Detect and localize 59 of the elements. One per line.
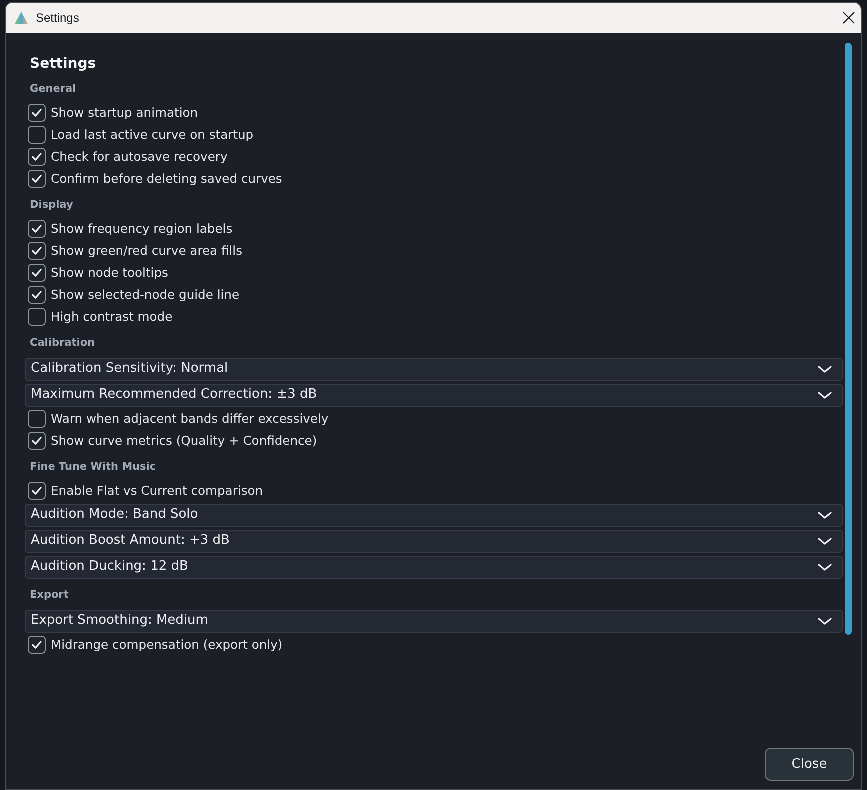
check-icon: [32, 247, 42, 255]
dropdown[interactable]: Calibration Sensitivity: Normal: [25, 358, 843, 380]
checkbox-label: Show green/red curve area fills: [51, 242, 242, 260]
checkbox-label: Check for autosave recovery: [51, 148, 228, 166]
scrollbar-thumb[interactable]: [845, 43, 852, 635]
checkbox[interactable]: [28, 636, 46, 654]
dropdown[interactable]: Export Smoothing: Medium: [25, 610, 843, 632]
chevron-down-icon: [818, 366, 832, 372]
checkbox-label: Show selected-node guide line: [51, 286, 240, 304]
checkbox-label: Show frequency region labels: [51, 220, 233, 238]
check-icon: [32, 641, 42, 649]
chevron-down-icon: [818, 512, 832, 518]
check-icon: [32, 225, 42, 233]
section-label: Display: [30, 198, 74, 214]
checkbox-label: High contrast mode: [51, 308, 173, 326]
checkbox-label: Show node tooltips: [51, 264, 168, 282]
chevron-down-icon: [818, 564, 832, 570]
checkbox[interactable]: [28, 410, 46, 428]
check-icon: [32, 291, 42, 299]
checkbox-label: Warn when adjacent bands differ excessively: [51, 410, 329, 428]
chevron-down-icon: [818, 618, 832, 624]
checkbox[interactable]: [28, 286, 46, 304]
checkbox-label: Confirm before deleting saved curves: [51, 170, 282, 188]
checkbox[interactable]: [28, 482, 46, 500]
check-icon: [32, 437, 42, 445]
check-icon: [32, 109, 42, 117]
section-label: Calibration: [30, 336, 96, 352]
app-logo-icon: [15, 12, 28, 24]
checkbox[interactable]: [28, 432, 46, 450]
chevron-down-icon: [818, 538, 832, 544]
dropdown[interactable]: Audition Ducking: 12 dB: [25, 556, 843, 578]
check-icon: [32, 487, 42, 495]
check-icon: [32, 269, 42, 277]
dropdown[interactable]: Maximum Recommended Correction: ±3 dB: [25, 384, 843, 406]
window-title: Settings: [36, 10, 80, 27]
checkbox-label: Enable Flat vs Current comparison: [51, 482, 264, 500]
section-label: Export: [30, 588, 69, 604]
checkbox-label: Show curve metrics (Quality + Confidence): [51, 432, 318, 450]
check-icon: [32, 153, 42, 161]
checkbox[interactable]: [28, 242, 46, 260]
checkbox[interactable]: [28, 104, 46, 122]
section-label: General: [30, 82, 76, 98]
checkbox-label: Show startup animation: [51, 104, 198, 122]
settings-heading: Settings: [29, 55, 98, 73]
checkbox[interactable]: [28, 220, 46, 238]
checkbox[interactable]: [28, 264, 46, 282]
dropdown[interactable]: Audition Mode: Band Solo: [25, 504, 843, 526]
check-icon: [32, 175, 42, 183]
section-label: Fine Tune With Music: [30, 460, 156, 476]
checkbox[interactable]: [28, 148, 46, 166]
dropdown[interactable]: Audition Boost Amount: +3 dB: [25, 530, 843, 552]
chevron-down-icon: [818, 392, 832, 398]
checkbox[interactable]: [28, 308, 46, 326]
close-button[interactable]: Close: [765, 748, 854, 781]
checkbox[interactable]: [28, 170, 46, 188]
checkbox-label: Midrange compensation (export only): [51, 636, 283, 654]
close-icon[interactable]: [843, 12, 855, 24]
checkbox-label: Load last active curve on startup: [51, 126, 254, 144]
checkbox[interactable]: [28, 126, 46, 144]
